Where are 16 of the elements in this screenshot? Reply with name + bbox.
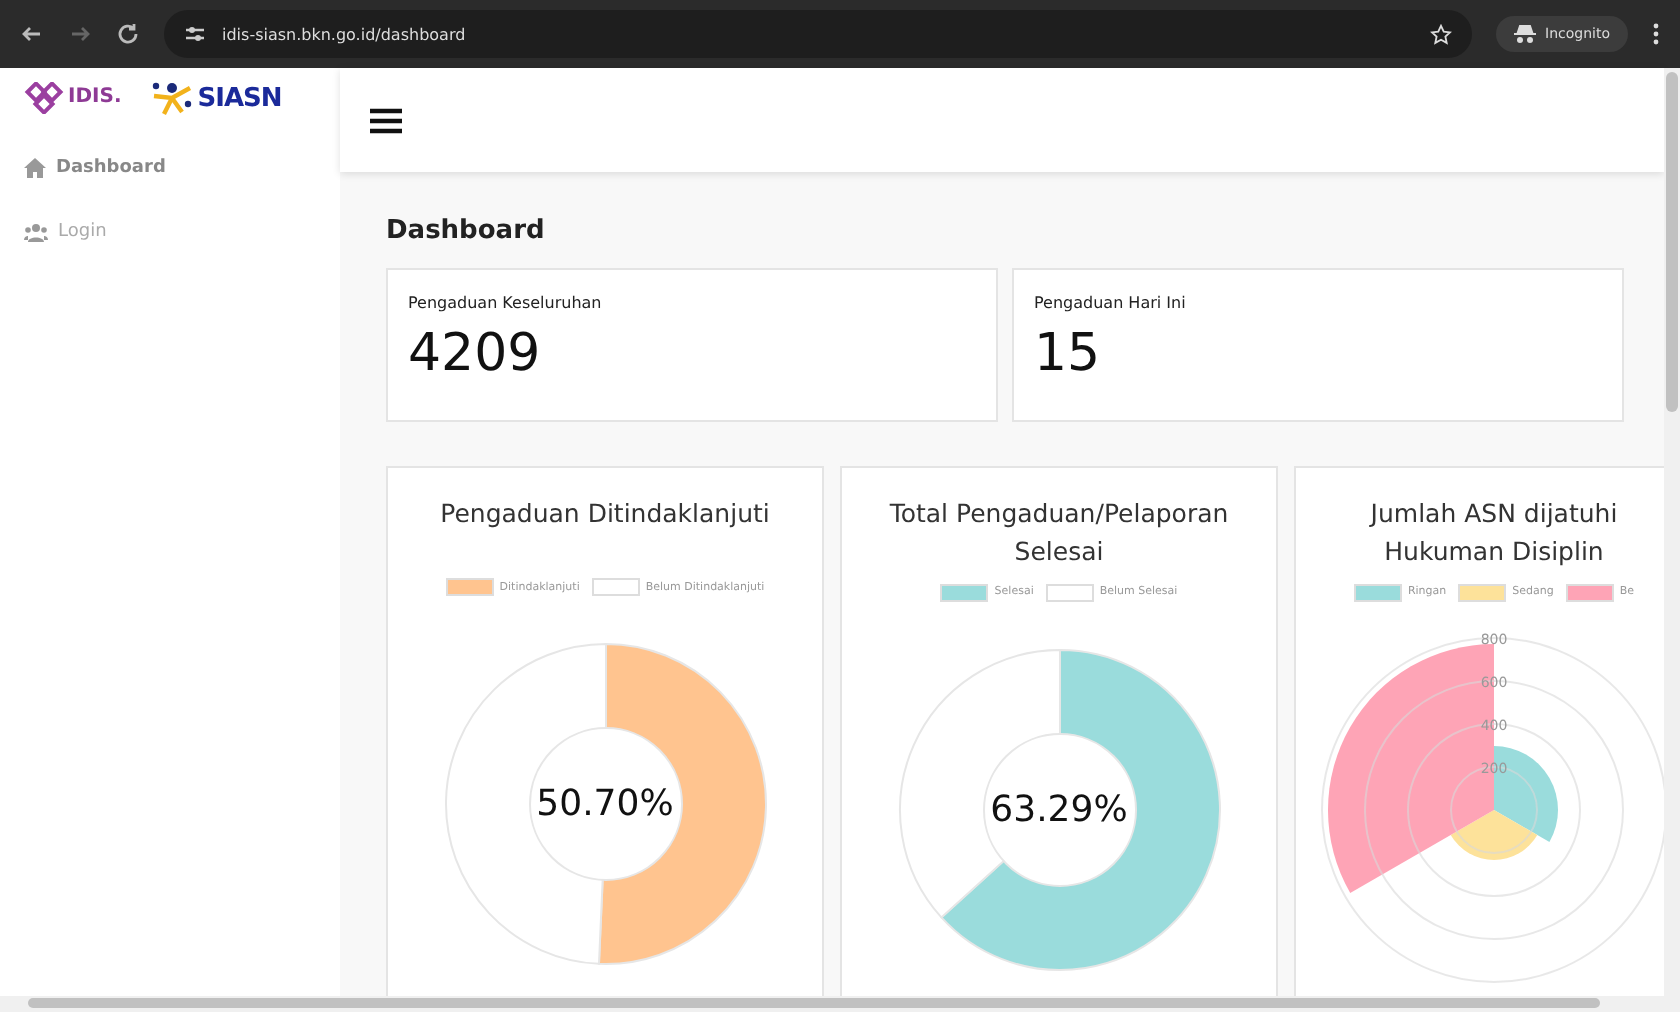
stat-label: Pengaduan Keseluruhan [408, 294, 604, 312]
sidebar-item[interactable]: Dashboard [24, 136, 316, 200]
chart-title: Total Pengaduan/Pelaporan Selesai [887, 496, 1231, 570]
logo[interactable]: IDIS. [24, 80, 122, 116]
address-bar[interactable]: idis-siasn.bkn.go.id/dashboard [164, 10, 1472, 58]
page-title: Dashboard [386, 216, 547, 246]
stat-label: Pengaduan Hari Ini [1034, 294, 1188, 312]
chart-title: Pengaduan Ditindaklanjuti [438, 496, 772, 532]
percentage-value: 63.29% [990, 788, 1128, 830]
stat-value: 15 [1034, 324, 1103, 384]
url-text: idis-siasn.bkn.go.id/dashboard [222, 25, 468, 43]
sidebar-item[interactable]: Login [24, 200, 316, 264]
stat-value: 4209 [408, 324, 543, 384]
logo[interactable]: SIASN [149, 80, 282, 116]
percentage-value: 50.70% [536, 783, 674, 825]
chart-title: Jumlah ASN dijatuhi Hukuman Disiplin [1367, 496, 1620, 570]
